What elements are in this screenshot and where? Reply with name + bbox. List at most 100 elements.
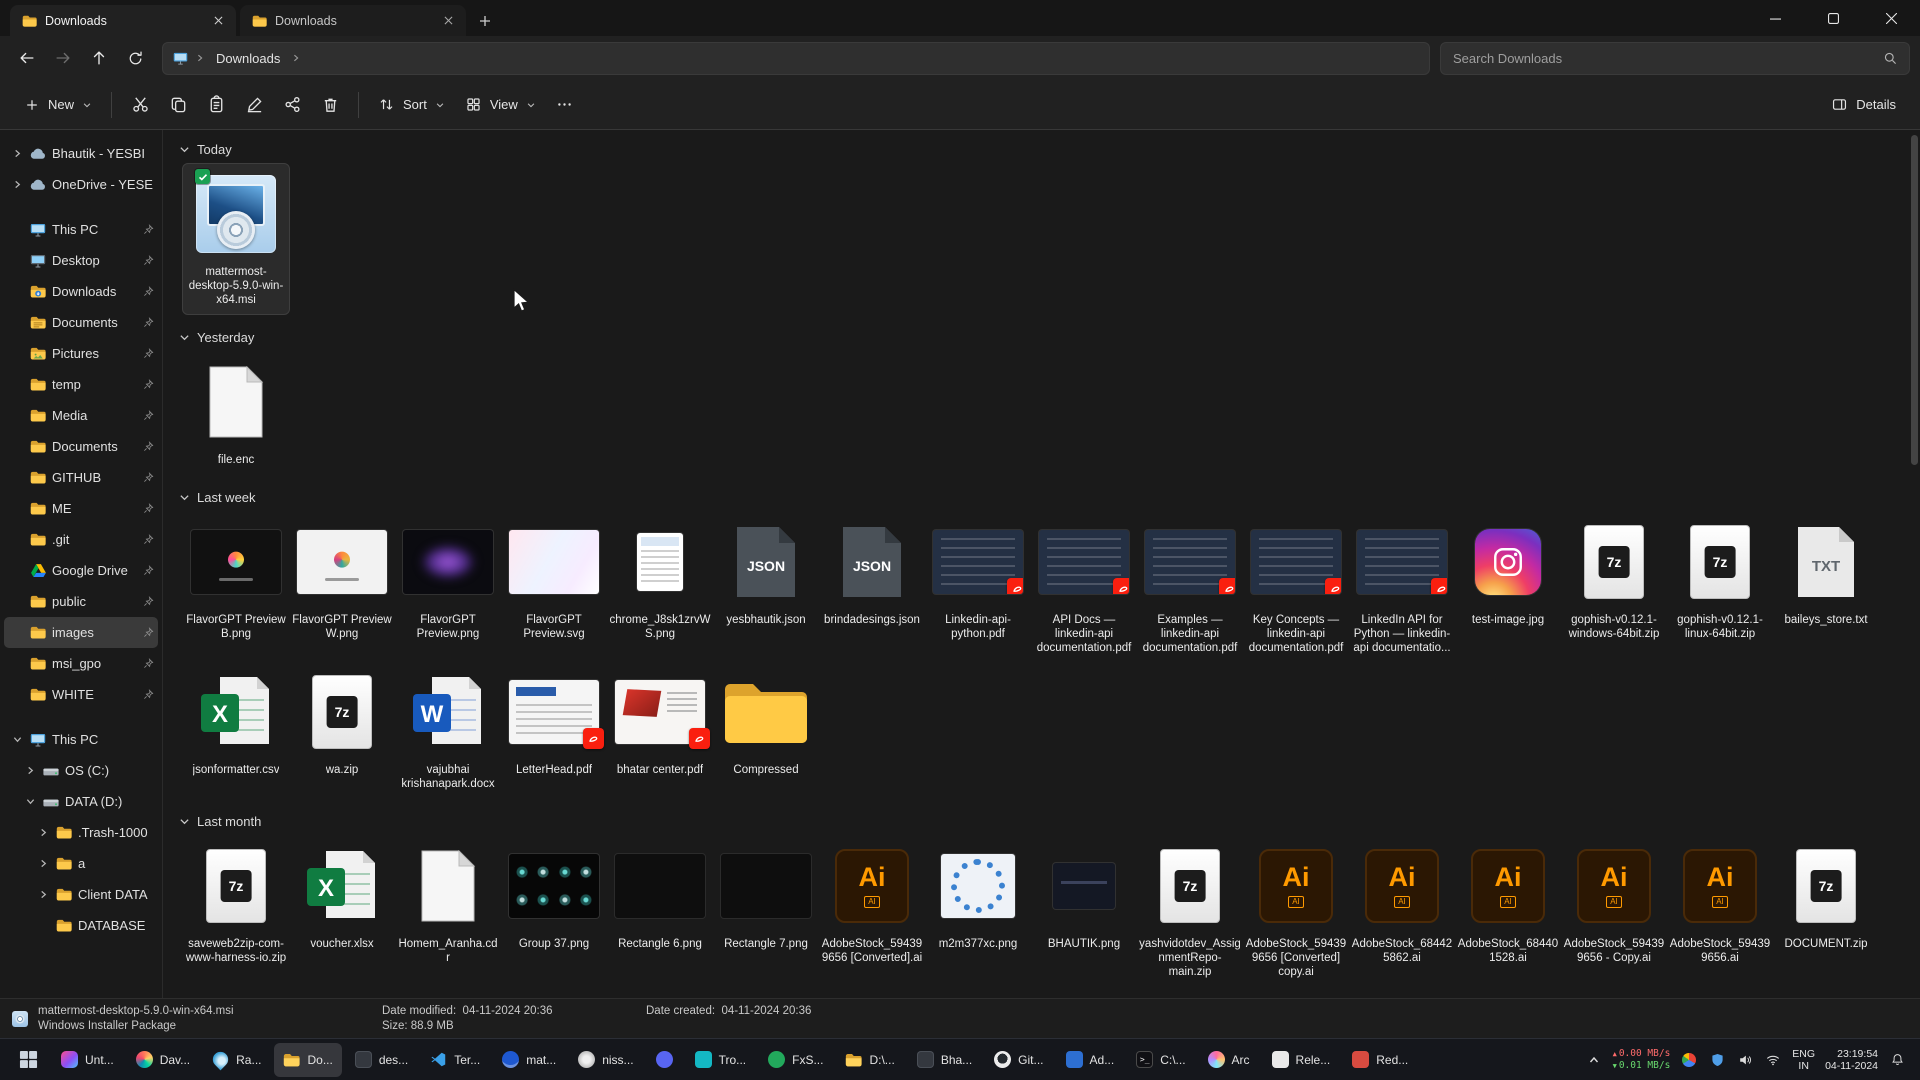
file-tile-brindadesings-json[interactable]: JSONbrindadesings.json xyxy=(819,512,925,634)
file-tile-yesbhautik-json[interactable]: JSONyesbhautik.json xyxy=(713,512,819,634)
sidebar-item-trash-1000[interactable]: .Trash-1000 xyxy=(4,817,158,848)
vertical-scrollbar[interactable] xyxy=(1911,132,1918,996)
file-tile-jsonformatter-csv[interactable]: Xjsonformatter.csv xyxy=(183,662,289,784)
chevron-right-icon[interactable] xyxy=(36,828,50,837)
file-tile-wa-zip[interactable]: 7zwa.zip xyxy=(289,662,395,784)
chevron-down-icon[interactable] xyxy=(23,797,37,806)
sidebar-item-data-d[interactable]: DATA (D:) xyxy=(4,786,158,817)
sidebar-item-temp[interactable]: temp xyxy=(4,369,158,400)
file-tile-adobestock-594399656-converted-ai[interactable]: AiAIAdobeStock_594399656 [Converted].ai xyxy=(819,836,925,972)
taskbar-app-red[interactable]: Red... xyxy=(1343,1043,1417,1077)
notification-bell-icon[interactable] xyxy=(1888,1051,1906,1069)
chevron-right-icon[interactable] xyxy=(36,890,50,899)
chevron-right-icon[interactable] xyxy=(10,149,24,158)
taskbar-app-ad[interactable]: Ad... xyxy=(1057,1043,1124,1077)
file-tile-adobestock-684401528-ai[interactable]: AiAIAdobeStock_684401528.ai xyxy=(1455,836,1561,972)
taskbar-app-des[interactable]: des... xyxy=(346,1043,417,1077)
file-tile-flavorgpt-preview-w-png[interactable]: FlavorGPT Preview W.png xyxy=(289,512,395,648)
sidebar-item-images[interactable]: images xyxy=(4,617,158,648)
file-tile-adobestock-594399656-converted-copy-ai[interactable]: AiAIAdobeStock_594399656 [Converted] cop… xyxy=(1243,836,1349,986)
file-tile-flavorgpt-preview-b-png[interactable]: FlavorGPT Preview B.png xyxy=(183,512,289,648)
new-button[interactable]: New xyxy=(14,87,102,123)
file-tile-rectangle-7-png[interactable]: Rectangle 7.png xyxy=(713,836,819,958)
details-pane-button[interactable]: Details xyxy=(1821,87,1906,123)
file-tile-baileys-store-txt[interactable]: TXTbaileys_store.txt xyxy=(1773,512,1879,634)
breadcrumb-downloads[interactable]: Downloads xyxy=(212,49,284,68)
up-button[interactable] xyxy=(82,41,116,75)
taskbar-app-rele[interactable]: Rele... xyxy=(1263,1043,1340,1077)
chevron-down-icon[interactable] xyxy=(10,735,24,744)
file-tile-yashvidotdev-assignmentrepo-main-zip[interactable]: 7zyashvidotdev_AssignmentRepo-main.zip xyxy=(1137,836,1243,986)
security-shield-icon[interactable] xyxy=(1708,1051,1726,1069)
forward-button[interactable] xyxy=(46,41,80,75)
clock[interactable]: 23:19:54 04-11-2024 xyxy=(1825,1048,1878,1072)
file-tile-chrome-j8sk1zrvws-png[interactable]: chrome_J8sk1zrvWS.png xyxy=(607,512,713,648)
taskbar-app-dav[interactable]: Dav... xyxy=(127,1043,199,1077)
taskbar-app-ter[interactable]: Ter... xyxy=(421,1043,489,1077)
sidebar-item-this-pc[interactable]: This PC xyxy=(4,724,158,755)
file-tile-examples-linkedin-api-documentation-pdf[interactable]: Examples — linkedin-api documentation.pd… xyxy=(1137,512,1243,662)
file-tile-voucher-xlsx[interactable]: Xvoucher.xlsx xyxy=(289,836,395,958)
file-tile-test-image-jpg[interactable]: test-image.jpg xyxy=(1455,512,1561,634)
sidebar-item-media[interactable]: Media xyxy=(4,400,158,431)
taskbar-app-discord[interactable] xyxy=(647,1043,682,1077)
sidebar-item-github[interactable]: GITHUB xyxy=(4,462,158,493)
maximize-button[interactable] xyxy=(1804,0,1862,36)
taskbar-app-c[interactable]: >_C:\... xyxy=(1127,1043,1194,1077)
volume-icon[interactable] xyxy=(1736,1051,1754,1069)
sidebar-item-white[interactable]: WHITE xyxy=(4,679,158,710)
copy-button[interactable] xyxy=(159,87,197,123)
sidebar-item-me[interactable]: ME xyxy=(4,493,158,524)
tray-chevron-icon[interactable] xyxy=(1585,1051,1603,1069)
taskbar-app-git[interactable]: Git... xyxy=(985,1043,1052,1077)
wifi-icon[interactable] xyxy=(1764,1051,1782,1069)
sidebar-item-database[interactable]: DATABASE xyxy=(4,910,158,941)
file-tile-gophish-v0-12-1-windows-64bit-zip[interactable]: 7zgophish-v0.12.1-windows-64bit.zip xyxy=(1561,512,1667,648)
file-tile-saveweb2zip-com-www-harness-io-zip[interactable]: 7zsaveweb2zip-com-www-harness-io.zip xyxy=(183,836,289,972)
taskbar-app-d[interactable]: D:\... xyxy=(836,1043,903,1077)
file-tile-letterhead-pdf[interactable]: LetterHead.pdf xyxy=(501,662,607,784)
file-tile-adobestock-594399656-ai[interactable]: AiAIAdobeStock_594399656.ai xyxy=(1667,836,1773,972)
file-tile-key-concepts-linkedin-api-documentation-pdf[interactable]: Key Concepts — linkedin-api documentatio… xyxy=(1243,512,1349,662)
minimize-button[interactable] xyxy=(1746,0,1804,36)
sidebar-item-documents[interactable]: Documents xyxy=(4,431,158,462)
refresh-button[interactable] xyxy=(118,41,152,75)
sidebar-item-google-drive[interactable]: Google Drive xyxy=(4,555,158,586)
sort-button[interactable]: Sort xyxy=(368,87,455,123)
language-indicator[interactable]: ENG IN xyxy=(1792,1048,1815,1072)
search-input[interactable]: Search Downloads xyxy=(1440,42,1910,75)
delete-button[interactable] xyxy=(311,87,349,123)
taskbar-app-unt[interactable]: Unt... xyxy=(52,1043,123,1077)
group-header-last-month[interactable]: Last month xyxy=(179,808,1906,834)
taskbar-app-arc[interactable]: Arc xyxy=(1199,1043,1259,1077)
file-tile-bhautik-png[interactable]: BHAUTIK.png xyxy=(1031,836,1137,958)
rename-button[interactable] xyxy=(235,87,273,123)
address-bar[interactable]: Downloads xyxy=(162,42,1430,75)
view-button[interactable]: View xyxy=(455,87,546,123)
sidebar-item-documents[interactable]: Documents xyxy=(4,307,158,338)
sidebar-item-onedrive-yese[interactable]: OneDrive - YESE xyxy=(4,169,158,200)
file-tile-gophish-v0-12-1-linux-64bit-zip[interactable]: 7zgophish-v0.12.1-linux-64bit.zip xyxy=(1667,512,1773,648)
tab-downloads-2[interactable]: Downloads xyxy=(240,5,466,36)
checkbox-checked-icon[interactable] xyxy=(195,169,210,184)
file-tile-document-zip[interactable]: 7zDOCUMENT.zip xyxy=(1773,836,1879,958)
chevron-right-icon[interactable] xyxy=(10,180,24,189)
search-icon[interactable] xyxy=(1883,51,1897,65)
file-tile-adobestock-684425862-ai[interactable]: AiAIAdobeStock_684425862.ai xyxy=(1349,836,1455,972)
chevron-right-icon[interactable] xyxy=(36,859,50,868)
file-tile-mattermost-desktop-5-9-0-win-x64-msi[interactable]: mattermost-desktop-5.9.0-win-x64.msi xyxy=(183,164,289,314)
tab-downloads-active[interactable]: Downloads xyxy=(10,5,236,36)
sidebar-item-downloads[interactable]: Downloads xyxy=(4,276,158,307)
sidebar-item-this-pc[interactable]: This PC xyxy=(4,214,158,245)
sidebar-item-desktop[interactable]: Desktop xyxy=(4,245,158,276)
taskbar-app-mat[interactable]: mat... xyxy=(493,1043,565,1077)
taskbar-app-do[interactable]: Do... xyxy=(274,1043,341,1077)
tab-close-icon[interactable] xyxy=(208,11,228,31)
file-tile-adobestock-594399656-copy-ai[interactable]: AiAIAdobeStock_594399656 - Copy.ai xyxy=(1561,836,1667,972)
back-button[interactable] xyxy=(10,41,44,75)
scrollbar-thumb[interactable] xyxy=(1911,135,1918,465)
file-tile-flavorgpt-preview-svg[interactable]: FlavorGPT Preview.svg xyxy=(501,512,607,648)
taskbar-app-fxs[interactable]: FxS... xyxy=(759,1043,832,1077)
sidebar-item-bhautik-yesbi[interactable]: Bhautik - YESBI xyxy=(4,138,158,169)
file-tile-linkedin-api-for-python-linkedin-api-documentatio[interactable]: LinkedIn API for Python — linkedin-api d… xyxy=(1349,512,1455,662)
